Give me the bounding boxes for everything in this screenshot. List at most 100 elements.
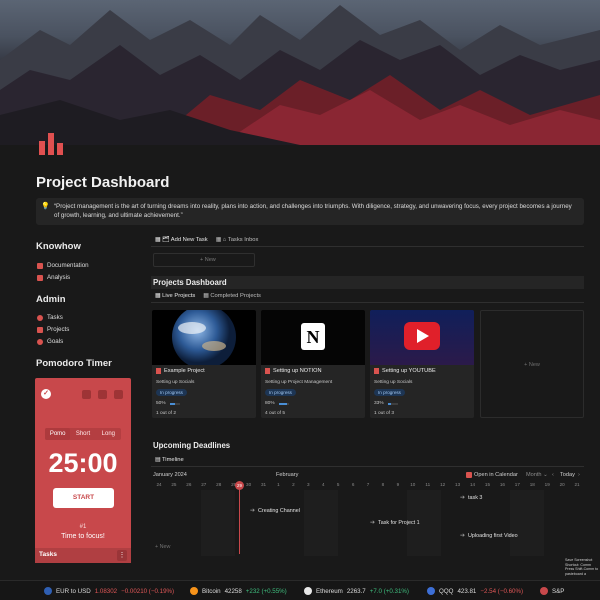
focus-message: Time to focus! bbox=[61, 533, 105, 540]
status-badge: In progress bbox=[374, 389, 405, 396]
ticker-item[interactable]: Ethereum 2263.7 +7.0 (+0.31%) bbox=[304, 587, 409, 595]
project-subtitle: Setting up Project Management bbox=[265, 380, 333, 385]
check-circle-icon bbox=[37, 314, 43, 321]
timeline-day-label: 31 bbox=[260, 482, 267, 487]
timeline-day-label: 5 bbox=[336, 482, 340, 487]
screenshot-tooltip: Save Screenshot Shortcut: Comm Press Shi… bbox=[565, 558, 599, 576]
timeline-task[interactable]: ➔ task 3 bbox=[460, 494, 482, 502]
tab-long[interactable]: Long bbox=[96, 428, 121, 440]
progress-bar bbox=[170, 403, 180, 405]
month-label: January 2024 bbox=[153, 472, 187, 478]
timeline-day-label: 18 bbox=[529, 482, 535, 487]
tab-add-new-task[interactable]: ▦ 🗂 Add New Task bbox=[155, 237, 208, 243]
nav-item-documentation[interactable]: Documentation bbox=[37, 262, 89, 269]
youtube-logo-image bbox=[370, 310, 474, 365]
tab-timeline[interactable]: ▤ Timeline bbox=[155, 457, 184, 463]
page-icon bbox=[374, 368, 379, 374]
more-menu-icon[interactable]: ⋮ bbox=[117, 550, 127, 561]
timeline-new-button[interactable]: + New bbox=[155, 544, 170, 550]
timeline-task[interactable]: ➔ Task for Project 1 bbox=[370, 519, 420, 527]
tab-pomo[interactable]: Pomo bbox=[45, 428, 71, 440]
arrow-icon: ➔ bbox=[370, 520, 376, 526]
timeline-day-label: 20 bbox=[559, 482, 565, 487]
quote-text: “Project management is the art of turnin… bbox=[54, 203, 572, 219]
pomodoro-widget: ✓ Pomo Short Long 25:00 START #1 Time to… bbox=[35, 378, 131, 563]
timeline-day-label: 7 bbox=[366, 482, 370, 487]
ticker-item[interactable]: S&P bbox=[540, 587, 564, 595]
timeline-task[interactable]: ➔ Creating Channel bbox=[250, 507, 300, 515]
book-icon bbox=[37, 274, 43, 281]
page-icon bbox=[156, 368, 161, 374]
timeline-day-label: 17 bbox=[514, 482, 520, 487]
stock-ticker: EUR to USD 1.08302 −0.00210 (−0.19%) Bitco… bbox=[0, 580, 600, 600]
pomodoro-footer: Tasks ⋮ bbox=[35, 548, 131, 563]
project-subtitle: Setting up Socials bbox=[156, 380, 195, 385]
tab-completed-projects[interactable]: ▦ Completed Projects bbox=[203, 293, 261, 299]
tab-live-projects[interactable]: ▦ Live Projects bbox=[155, 293, 195, 299]
tab-short[interactable]: Short bbox=[70, 428, 95, 440]
arrow-icon: ➔ bbox=[460, 533, 466, 539]
timer-display: 25:00 bbox=[48, 448, 118, 478]
progress-percent: 50% bbox=[156, 401, 166, 406]
admin-heading: Admin bbox=[36, 294, 66, 305]
timeline-day-label: 21 bbox=[574, 482, 580, 487]
project-card[interactable]: Setting up YOUTUBE Setting up Socials In… bbox=[370, 310, 474, 418]
projects-tabbar: ▦ Live Projects ▦ Completed Projects bbox=[155, 293, 261, 299]
timeline-day-label: 25 bbox=[171, 482, 177, 487]
prev-arrow-icon[interactable]: ‹ bbox=[552, 472, 554, 478]
image-icon[interactable] bbox=[82, 390, 91, 399]
target-icon bbox=[37, 338, 43, 345]
ticker-item[interactable]: EUR to USD 1.08302 −0.00210 (−0.19%) bbox=[44, 587, 174, 595]
range-dropdown[interactable]: Month ⌄ bbox=[526, 472, 548, 478]
timeline-day-label: 13 bbox=[455, 482, 461, 487]
new-project-button[interactable]: + New bbox=[480, 310, 584, 418]
timeline-day-label: 8 bbox=[381, 482, 385, 487]
deadlines-heading: Upcoming Deadlines bbox=[153, 441, 231, 450]
svg-text:N: N bbox=[307, 327, 320, 347]
weekend-shade bbox=[304, 490, 338, 556]
weekend-shade bbox=[510, 490, 544, 556]
timeline-task[interactable]: ➔ Uploading first Video bbox=[460, 532, 518, 540]
gear-icon[interactable] bbox=[98, 390, 107, 399]
tab-tasks-inbox[interactable]: ▦ ⌂ Tasks Inbox bbox=[216, 237, 259, 243]
today-button[interactable]: Today bbox=[560, 472, 575, 478]
ticker-item[interactable]: QQQ 423.81 −2.54 (−0.60%) bbox=[427, 587, 523, 595]
sp500-icon bbox=[540, 587, 548, 595]
earth-image bbox=[152, 310, 256, 369]
next-arrow-icon[interactable]: › bbox=[578, 472, 580, 478]
timeline-day-label: 1 bbox=[277, 482, 280, 487]
arrow-icon: ➔ bbox=[460, 495, 466, 501]
project-card[interactable]: Example Project Setting up Socials In pr… bbox=[152, 310, 256, 418]
session-number: #1 bbox=[79, 524, 87, 530]
project-card[interactable]: N Setting up NOTION Setting up Project M… bbox=[261, 310, 365, 418]
timeline-day-label: 2 bbox=[292, 482, 295, 487]
quote-callout: 💡 “Project management is the art of turn… bbox=[36, 198, 584, 225]
start-button[interactable]: START bbox=[53, 488, 114, 508]
cover-image bbox=[0, 0, 600, 145]
folder-icon bbox=[37, 326, 43, 333]
status-badge: In progress bbox=[156, 389, 187, 396]
notion-logo-image: N bbox=[261, 310, 365, 365]
knowhow-heading: Knowhow bbox=[36, 241, 81, 252]
tasks-label: Tasks bbox=[39, 551, 57, 558]
progress-count: 4 out of 5 bbox=[265, 411, 286, 416]
user-icon[interactable] bbox=[114, 390, 123, 399]
progress-percent: 33% bbox=[374, 401, 384, 406]
timeline-day-label: 12 bbox=[440, 482, 446, 487]
timeline-day-label: 30 bbox=[246, 482, 252, 487]
nav-item-projects[interactable]: Projects bbox=[37, 326, 69, 333]
timeline-day-label: 6 bbox=[351, 482, 355, 487]
nav-item-tasks[interactable]: Tasks bbox=[37, 314, 63, 321]
timeline-day-label: 14 bbox=[469, 482, 476, 487]
ticker-item[interactable]: Bitcoin 42258 +232 (+0.55%) bbox=[190, 587, 287, 595]
timeline-day-label: 3 bbox=[307, 482, 310, 487]
open-calendar-button[interactable]: Open in Calendar bbox=[466, 472, 518, 478]
nav-item-analysis[interactable]: Analysis bbox=[37, 274, 70, 281]
divider bbox=[151, 246, 584, 247]
new-task-button[interactable]: + New bbox=[153, 253, 255, 267]
pomodoro-mode-tabs: Pomo Short Long bbox=[45, 428, 121, 440]
progress-percent: 80% bbox=[265, 401, 275, 406]
euro-flag-icon bbox=[44, 587, 52, 595]
nav-item-goals[interactable]: Goals bbox=[37, 338, 63, 345]
timeline-day-label: 26 bbox=[186, 482, 192, 487]
